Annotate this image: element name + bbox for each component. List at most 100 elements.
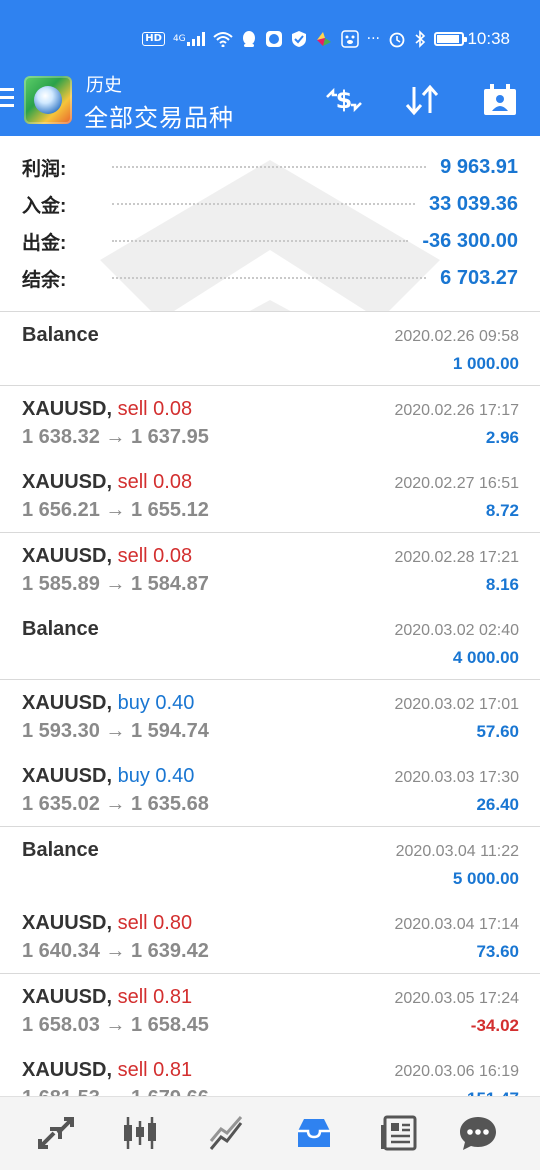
wifi-icon xyxy=(212,28,233,50)
trade-side: sell xyxy=(117,985,148,1008)
symbol-text: XAUUSD, xyxy=(22,985,113,1008)
row-symbol: Balance xyxy=(22,618,99,641)
open-close-prices: 1 585.89 → 1 584.87 xyxy=(22,572,209,595)
quotes-icon[interactable] xyxy=(34,1111,78,1155)
row-symbol: XAUUSD, buy 0.40 xyxy=(22,692,194,715)
row-datetime: 2020.02.26 09:58 xyxy=(394,328,519,345)
trade-side: sell xyxy=(117,912,148,934)
trade-row[interactable]: XAUUSD, sell 0.08 1 585.89 → 1 584.87 2020… xyxy=(0,532,540,607)
summary-value: 33 039.36 xyxy=(429,192,518,215)
row-profit: 5 000.00 xyxy=(452,868,519,888)
trade-volume: 0.40 xyxy=(155,691,195,714)
summary-value: 6 703.27 xyxy=(440,266,518,289)
row-profit: -34.02 xyxy=(470,1015,519,1035)
trade-row[interactable]: XAUUSD, sell 0.08 1 656.21 → 1 655.12 2020… xyxy=(0,459,540,533)
divider-dots xyxy=(112,240,409,242)
news-icon[interactable] xyxy=(377,1111,421,1155)
row-symbol: Balance xyxy=(22,324,99,347)
row-profit: 73.60 xyxy=(476,942,519,961)
row-datetime: 2020.03.02 17:01 xyxy=(394,695,519,713)
symbol-text: XAUUSD, xyxy=(22,471,113,493)
symbol-text: XAUUSD, xyxy=(22,544,113,567)
row-profit: 1 000.00 xyxy=(452,354,519,373)
trade-side: buy xyxy=(117,765,150,787)
row-symbol: XAUUSD, sell 0.81 xyxy=(22,1059,192,1082)
summary-deposit: 入金: 33 039.36 xyxy=(22,186,518,222)
row-symbol: Balance xyxy=(22,839,99,862)
row-symbol: XAUUSD, sell 0.81 xyxy=(22,986,192,1009)
balance-row[interactable]: Balance 2020.02.26 09:58 1 000.00 xyxy=(0,312,540,386)
row-profit: 8.72 xyxy=(485,501,519,520)
calendar-period-icon[interactable] xyxy=(478,80,522,120)
row-datetime: 2020.02.28 17:21 xyxy=(394,548,519,566)
messages-icon[interactable] xyxy=(456,1111,500,1155)
bottom-nav xyxy=(0,1096,540,1170)
summary-profit: 利润: 9 963.91 xyxy=(22,149,518,185)
trade-row[interactable]: XAUUSD, sell 0.80 1 640.34 → 1 639.42 2020… xyxy=(0,900,540,974)
summary-label: 入金: xyxy=(22,195,67,217)
summary-panel: 利润: 9 963.91 入金: 33 039.36 出金: -36 300.0… xyxy=(0,136,540,312)
row-profit: 8.16 xyxy=(485,574,519,594)
symbol-text: XAUUSD, xyxy=(22,912,113,934)
trade-side: sell xyxy=(117,471,148,493)
symbol-text: XAUUSD, xyxy=(22,397,113,420)
chart-icon[interactable] xyxy=(118,1111,162,1155)
hd-icon: HD xyxy=(142,32,165,46)
trade-icon[interactable] xyxy=(205,1111,249,1155)
divider-dots xyxy=(112,166,427,168)
app-bar: 历史 全部交易品种 $ xyxy=(0,64,540,136)
summary-value: 9 963.91 xyxy=(440,155,518,178)
trade-row[interactable]: XAUUSD, sell 0.08 1 638.32 → 1 637.95 2020… xyxy=(0,385,540,460)
trade-side: sell xyxy=(117,397,148,420)
history-icon[interactable] xyxy=(292,1111,336,1155)
summary-balance: 结余: 6 703.27 xyxy=(22,260,518,296)
balance-row[interactable]: Balance 2020.03.04 11:22 5 000.00 xyxy=(0,826,540,901)
row-datetime: 2020.03.05 17:24 xyxy=(394,989,519,1007)
trade-side: sell xyxy=(117,1059,148,1081)
row-datetime: 2020.02.26 17:17 xyxy=(394,401,519,419)
app-logo[interactable] xyxy=(24,76,72,124)
trade-row[interactable]: XAUUSD, sell 0.81 1 658.03 → 1 658.45 2020… xyxy=(0,973,540,1048)
row-symbol: XAUUSD, sell 0.08 xyxy=(22,398,192,421)
row-symbol: XAUUSD, sell 0.08 xyxy=(22,471,192,494)
open-close-prices: 1 635.02 → 1 635.68 xyxy=(22,793,209,815)
divider-dots xyxy=(112,203,416,205)
row-profit: 2.96 xyxy=(485,427,519,447)
page-title[interactable]: 全部交易品种 xyxy=(84,98,234,133)
status-icons: HD 4G ··· xyxy=(142,28,467,50)
status-time: 10:38 xyxy=(467,29,510,48)
alarm-icon xyxy=(388,28,406,50)
trade-volume: 0.80 xyxy=(153,912,193,934)
summary-label: 出金: xyxy=(22,232,67,254)
battery-icon xyxy=(434,28,467,50)
trade-volume: 0.81 xyxy=(153,1059,193,1081)
trade-volume: 0.40 xyxy=(155,765,195,787)
balance-row[interactable]: Balance 2020.03.02 02:40 4 000.00 xyxy=(0,606,540,680)
row-datetime: 2020.02.27 16:51 xyxy=(394,475,519,492)
symbol-text: XAUUSD, xyxy=(22,765,113,787)
row-profit: 57.60 xyxy=(476,721,519,741)
trade-volume: 0.08 xyxy=(153,471,193,493)
svg-text:$: $ xyxy=(336,86,353,114)
row-datetime: 2020.03.03 17:30 xyxy=(394,769,519,786)
menu-icon[interactable] xyxy=(0,88,16,110)
page-subtitle: 历史 xyxy=(86,75,122,95)
row-symbol: XAUUSD, buy 0.40 xyxy=(22,765,194,788)
trade-side: buy xyxy=(117,691,150,714)
trade-row[interactable]: XAUUSD, buy 0.40 1 593.30 → 1 594.74 2020.… xyxy=(0,679,540,754)
summary-label: 利润: xyxy=(22,158,67,180)
sort-icon[interactable] xyxy=(400,80,444,120)
trade-row[interactable]: XAUUSD, buy 0.40 1 635.02 → 1 635.68 2020.… xyxy=(0,753,540,827)
symbol-text: Balance xyxy=(22,838,99,861)
app2-icon xyxy=(315,28,333,50)
open-close-prices: 1 658.03 → 1 658.45 xyxy=(22,1013,209,1036)
summary-label: 结余: xyxy=(22,269,67,291)
bluetooth-icon xyxy=(414,28,426,50)
summary-withdrawal: 出金: -36 300.00 xyxy=(22,223,518,259)
trade-volume: 0.81 xyxy=(153,985,193,1008)
deposit-withdraw-icon[interactable]: $ xyxy=(322,80,366,120)
open-close-prices: 1 638.32 → 1 637.95 xyxy=(22,425,209,448)
row-symbol: XAUUSD, sell 0.80 xyxy=(22,912,192,935)
divider-dots xyxy=(112,277,427,279)
more-icon: ··· xyxy=(366,31,380,47)
